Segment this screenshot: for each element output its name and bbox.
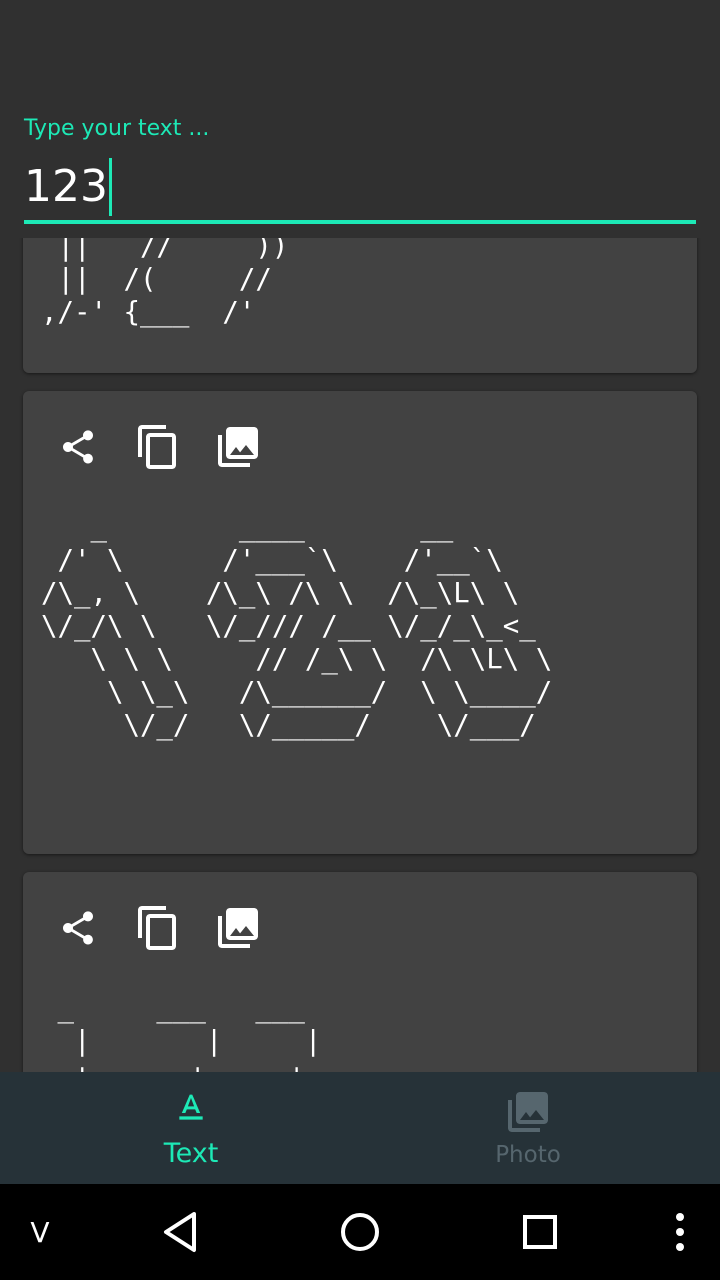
- menu-button[interactable]: [656, 1204, 704, 1260]
- share-button[interactable]: [54, 904, 102, 952]
- share-icon: [63, 430, 93, 464]
- nav-item-photo[interactable]: Photo: [348, 1072, 708, 1184]
- card-actions: [23, 872, 697, 984]
- copy-button[interactable]: [134, 423, 182, 471]
- recents-icon: [523, 1215, 557, 1249]
- save-image-button[interactable]: [214, 423, 262, 471]
- card-actions: [23, 391, 697, 503]
- back-button[interactable]: [152, 1204, 208, 1260]
- text-cursor: [108, 158, 112, 216]
- nav-label-text: Text: [163, 1138, 219, 1169]
- system-navigation-bar: V: [0, 1184, 720, 1280]
- recents-button[interactable]: [512, 1204, 568, 1260]
- ascii-result-card: || // )) || /( // ,/-' {___ /': [23, 238, 697, 373]
- ascii-art-text: _ ____ __ /' \ /'___`\ /'__`\ /\_, \ /\_…: [41, 512, 553, 741]
- copy-button[interactable]: [134, 904, 182, 952]
- text-input-underline: [24, 220, 696, 224]
- text-input-label: Type your text ...: [24, 116, 210, 141]
- home-button[interactable]: [332, 1204, 388, 1260]
- copy-icon: [138, 906, 176, 950]
- share-icon: [63, 911, 93, 945]
- nav-label-photo: Photo: [495, 1142, 561, 1168]
- back-icon: [164, 1212, 196, 1252]
- nav-item-text[interactable]: Text: [11, 1072, 371, 1184]
- copy-icon: [138, 425, 176, 469]
- save-image-button[interactable]: [214, 904, 262, 952]
- text-input-value: 123: [24, 161, 108, 212]
- share-button[interactable]: [54, 423, 102, 471]
- ascii-result-card: _ ____ __ /' \ /'___`\ /'__`\ /\_, \ /\_…: [23, 391, 697, 854]
- text-input[interactable]: 123: [24, 156, 112, 218]
- more-vert-icon: [676, 1213, 684, 1251]
- bottom-navigation: Text Photo: [0, 1072, 720, 1184]
- home-icon: [341, 1213, 379, 1251]
- photo-library-icon: [348, 1088, 708, 1136]
- ascii-art-text: || // )) || /( // ,/-' {___ /': [41, 238, 289, 328]
- ascii-result-card: _ ___ ___ | | | + -+- -+-: [23, 872, 697, 1072]
- ascii-art-text: _ ___ ___ | | | + -+- -+-: [57, 993, 322, 1072]
- keyboard-switch-button[interactable]: V: [18, 1208, 62, 1256]
- text-input-field[interactable]: Type your text ... 123: [24, 112, 696, 228]
- save-image-icon: [218, 908, 258, 948]
- ascii-results-list[interactable]: || // )) || /( // ,/-' {___ /' _ ____ __…: [0, 238, 720, 1072]
- save-image-icon: [218, 427, 258, 467]
- text-format-icon: [11, 1088, 371, 1128]
